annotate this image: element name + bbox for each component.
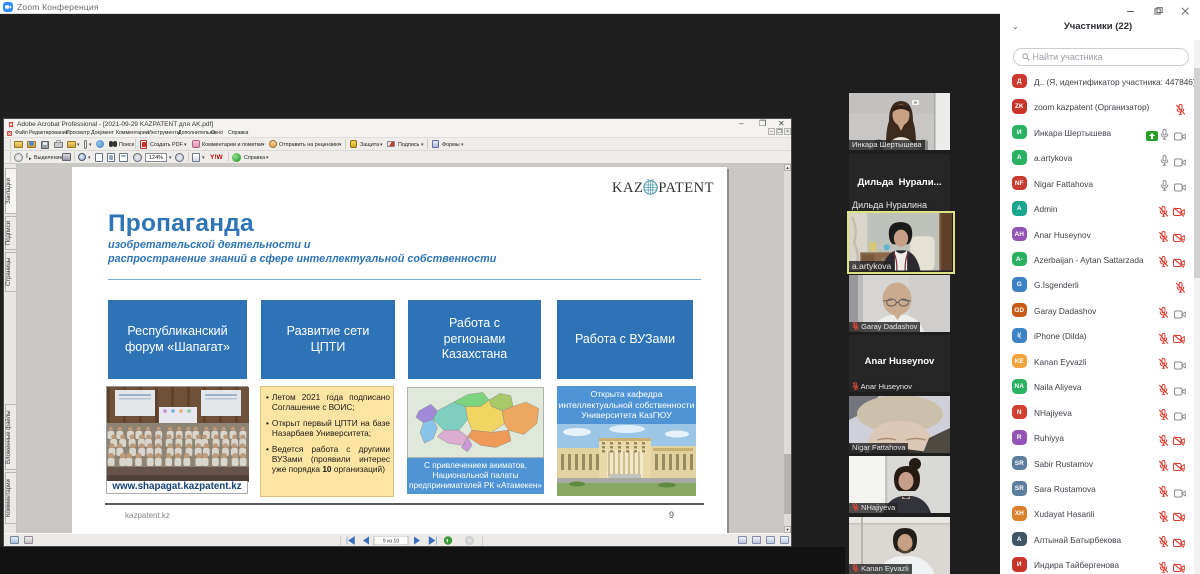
svg-text:9 из 10: 9 из 10 bbox=[383, 539, 399, 545]
